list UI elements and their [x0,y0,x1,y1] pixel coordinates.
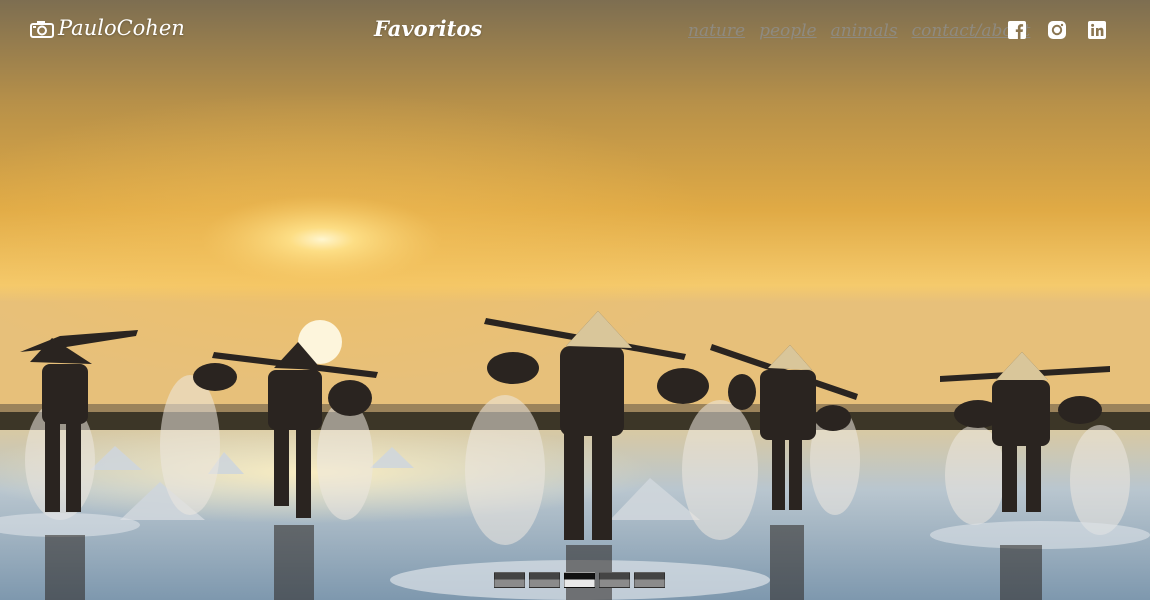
top-navigation-bar: PauloCohen Favoritos nature people anima… [0,0,1150,62]
nav-link-people[interactable]: people [759,21,817,41]
social-links [1007,20,1107,40]
page-title: Favoritos [374,16,483,41]
slide-dot-2[interactable] [529,572,560,588]
brand-logo[interactable]: PauloCohen [30,16,185,40]
brand-name: PauloCohen [58,16,185,40]
slider-pagination [494,572,665,588]
slide-dot-4[interactable] [599,572,630,588]
hero-photo-salt-field-workers [0,0,1150,600]
slide-dot-5[interactable] [634,572,665,588]
slide-dot-3[interactable] [564,572,595,588]
main-nav: nature people animals contact/about [688,21,1030,41]
hero-banner [0,0,1150,600]
nav-link-nature[interactable]: nature [688,21,745,41]
facebook-icon[interactable] [1007,20,1027,40]
instagram-icon[interactable] [1047,20,1067,40]
nav-link-animals[interactable]: animals [831,21,898,41]
camera-icon [30,19,54,38]
linkedin-icon[interactable] [1087,20,1107,40]
slide-dot-1[interactable] [494,572,525,588]
